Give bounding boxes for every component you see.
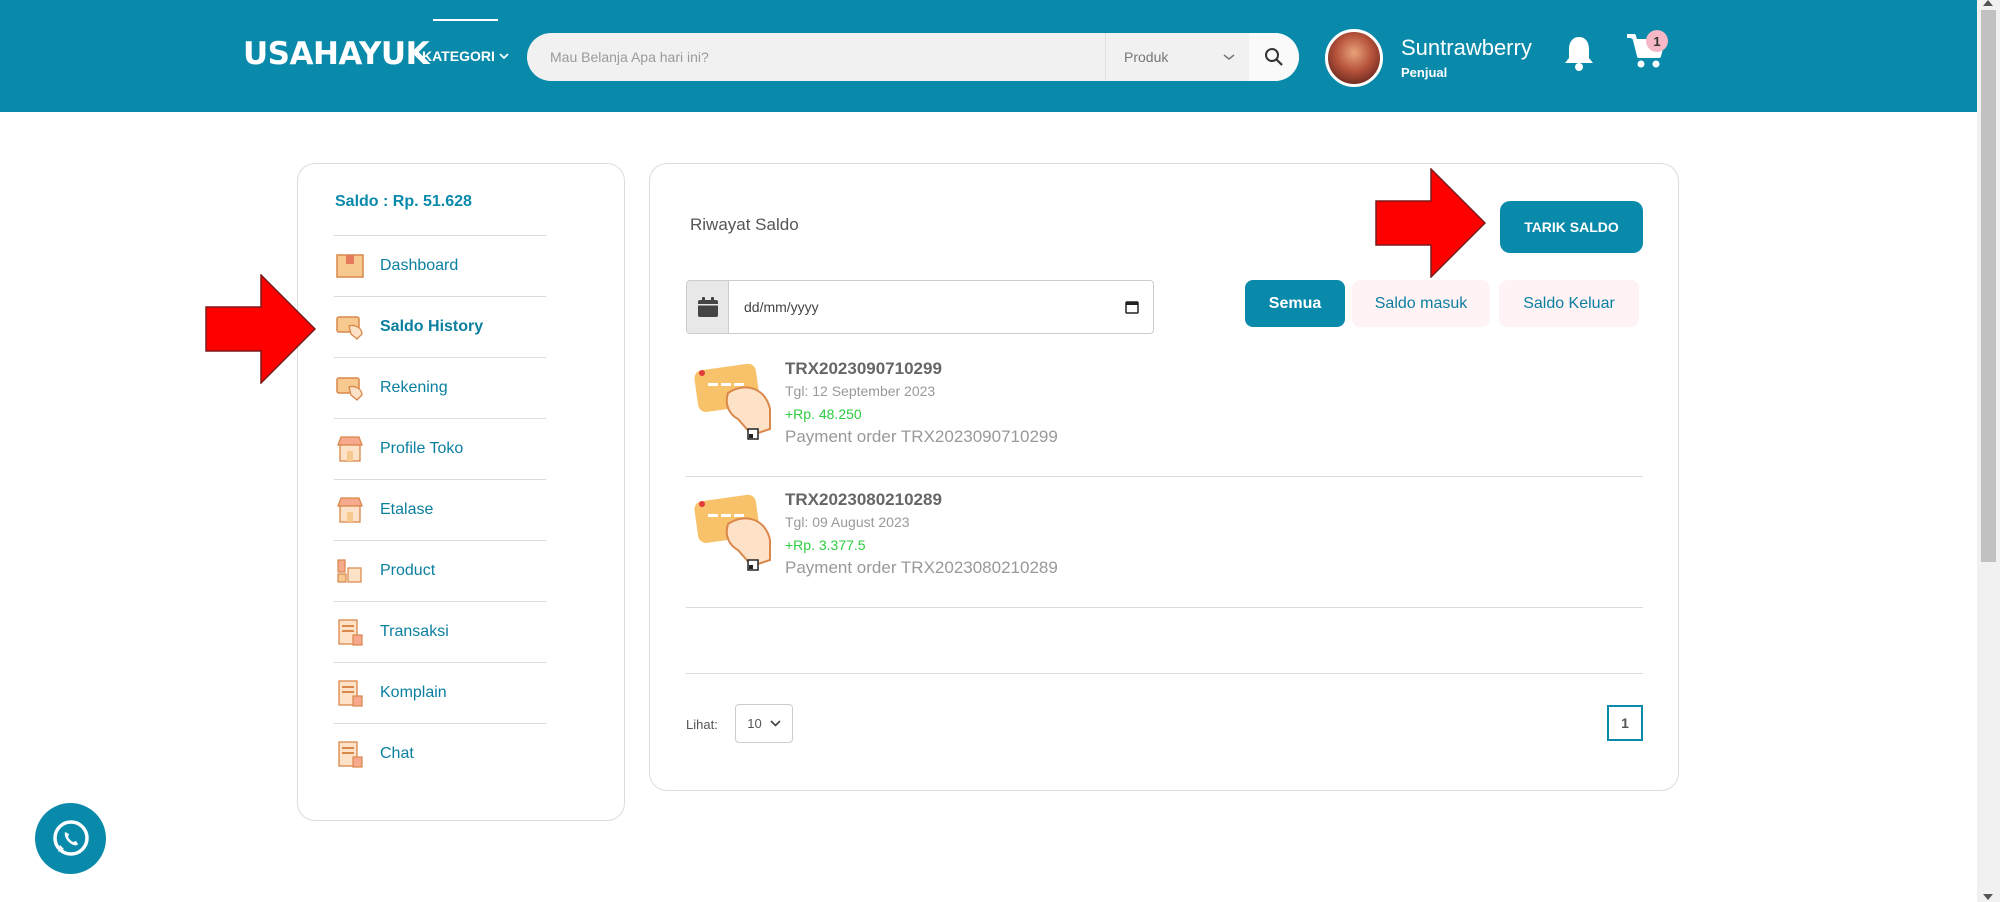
chevron-down-icon [770,720,781,727]
transaction-date: Tgl: 09 August 2023 [785,514,910,530]
sidebar-item-transaksi[interactable]: Transaksi [334,601,546,662]
sidebar-item-chat[interactable]: Chat [334,723,546,784]
transaction-amount: +Rp. 48.250 [785,406,862,422]
site-logo[interactable]: USAHAYUK [243,36,430,72]
scroll-thumb[interactable] [1981,10,1996,562]
document-icon [334,738,366,770]
sidebar-item-saldo-history[interactable]: Saldo History [334,296,546,357]
whatsapp-icon [52,819,89,856]
sidebar-menu: Dashboard Saldo History Rekening Profile… [334,235,546,784]
search-button[interactable] [1249,33,1299,81]
sidebar-item-product[interactable]: Product [334,540,546,601]
filter-semua-button[interactable]: Semua [1245,280,1345,327]
card-hand-icon [334,311,366,343]
box-icon [334,250,366,282]
sidebar-item-profile-toko[interactable]: Profile Toko [334,418,546,479]
page-size-label: Lihat: [686,717,718,732]
transaction-id: TRX2023080210289 [785,490,942,509]
sidebar-item-etalase[interactable]: Etalase [334,479,546,540]
transaction-row[interactable]: TRX2023080210289 Tgl: 09 August 2023 +Rp… [686,478,1643,608]
sidebar-item-label: Profile Toko [380,440,464,457]
product-icon [334,555,366,587]
search-bar: Produk [527,33,1299,81]
cart-count-badge: 1 [1646,30,1668,52]
tarik-saldo-button[interactable]: TARIK SALDO [1500,201,1643,253]
sidebar-item-label: Rekening [380,379,448,396]
scroll-down-arrow[interactable] [1983,894,1993,900]
transaction-id: TRX2023090710299 [785,359,942,378]
store-icon [334,433,366,465]
calendar-icon[interactable] [687,281,729,333]
sidebar-item-label: Saldo History [380,318,484,335]
transaction-description: Payment order TRX2023090710299 [785,427,1058,446]
date-filter: dd/mm/yyyy [686,280,1154,334]
chevron-down-icon [1223,54,1235,60]
filter-saldo-keluar-button[interactable]: Saldo Keluar [1499,280,1639,327]
sidebar-item-label: Dashboard [380,257,459,274]
account-sidebar: Saldo : Rp. 51.628 Dashboard Saldo Histo… [297,163,625,821]
search-category-select[interactable]: Produk [1105,33,1249,81]
sidebar-item-label: Etalase [380,501,434,518]
saldo-balance: Saldo : Rp. 51.628 [335,193,472,210]
whatsapp-button[interactable] [35,803,106,874]
bell-icon[interactable] [1562,34,1596,77]
transaction-row[interactable]: TRX2023090710299 Tgl: 12 September 2023 … [686,347,1643,477]
user-role: Penjual [1401,65,1448,80]
kategori-label: KATEGORI [422,48,495,64]
sidebar-item-label: Komplain [380,684,447,701]
page-size-value: 10 [747,716,762,731]
transaction-description: Payment order TRX2023080210289 [785,558,1058,577]
sidebar-item-komplain[interactable]: Komplain [334,662,546,723]
document-icon [334,616,366,648]
list-divider [686,673,1643,674]
search-icon [1265,48,1283,66]
card-hand-icon [334,372,366,404]
annotation-arrow-right-icon [205,274,317,384]
transaction-amount: +Rp. 3.377.5 [785,537,866,553]
card-hand-icon [694,494,771,571]
chevron-down-icon [499,53,509,60]
calendar-picker-icon[interactable] [1125,300,1139,314]
document-icon [334,677,366,709]
sidebar-item-rekening[interactable]: Rekening [334,357,546,418]
search-input[interactable] [527,33,1105,81]
scroll-up-arrow[interactable] [1983,0,1993,6]
page-scrollbar[interactable] [1977,0,2000,902]
search-category-label: Produk [1124,49,1169,65]
transaction-date: Tgl: 12 September 2023 [785,383,936,399]
sidebar-item-label: Product [380,562,436,579]
kategori-active-indicator [433,19,498,21]
annotation-arrow-right-icon [1375,168,1487,278]
sidebar-item-label: Chat [380,745,414,762]
page-title: Riwayat Saldo [690,215,799,234]
saldo-history-panel: Riwayat Saldo TARIK SALDO dd/mm/yyyy Sem… [649,163,1679,791]
store-icon [334,494,366,526]
kategori-dropdown[interactable]: KATEGORI [422,48,509,64]
date-input[interactable]: dd/mm/yyyy [729,281,1153,333]
avatar[interactable] [1325,29,1383,87]
card-hand-icon [694,363,771,440]
page-size-select[interactable]: 10 [735,704,793,743]
date-placeholder: dd/mm/yyyy [744,299,819,315]
top-header: USAHAYUK KATEGORI Produk Suntrawberry Pe… [0,0,1977,112]
sidebar-item-label: Transaksi [380,623,449,640]
filter-saldo-masuk-button[interactable]: Saldo masuk [1352,280,1490,327]
pagination-page-button[interactable]: 1 [1607,705,1643,741]
sidebar-item-dashboard[interactable]: Dashboard [334,235,546,296]
user-name[interactable]: Suntrawberry [1401,35,1532,61]
